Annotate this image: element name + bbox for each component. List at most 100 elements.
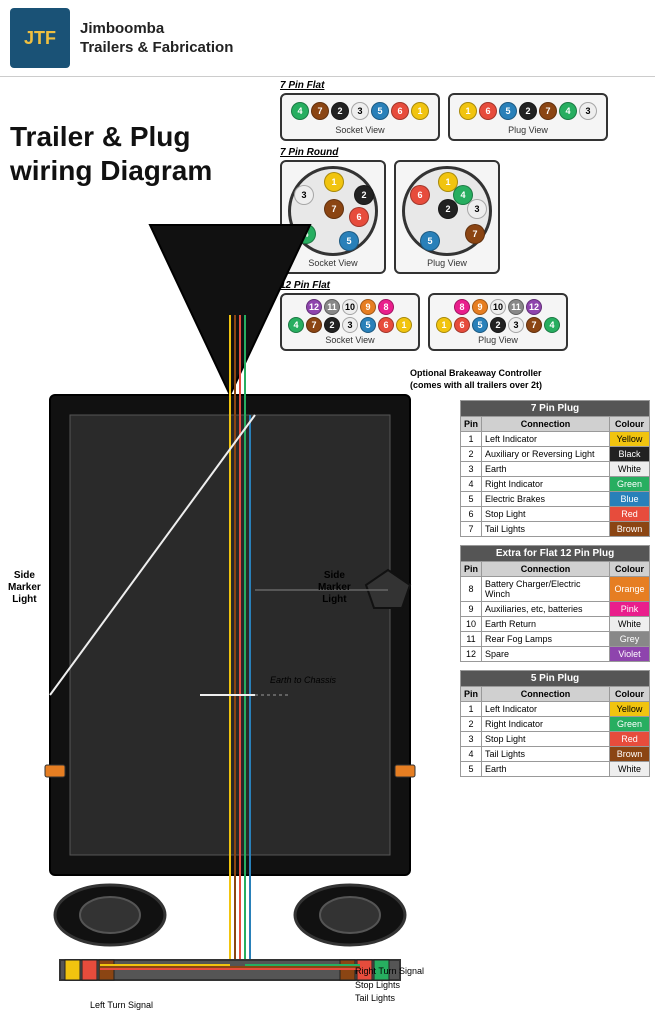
pin-circle: 10 xyxy=(490,299,506,315)
earth-to-chassis-label: Earth to Chassis xyxy=(270,675,336,685)
pin-circle: 12 xyxy=(526,299,542,315)
pin-circle: 5 xyxy=(499,102,517,120)
tables-area: 7 Pin Plug Pin Connection Colour 1Left I… xyxy=(460,400,650,785)
pin-cell: 7 xyxy=(461,522,482,537)
colour-cell: White xyxy=(610,617,650,632)
twelve-pin-table-title: Extra for Flat 12 Pin Plug xyxy=(461,546,650,562)
pin-circle: 4 xyxy=(291,102,309,120)
socket-view-label: Socket View xyxy=(288,125,432,135)
connection-cell: Auxiliaries, etc, batteries xyxy=(482,602,610,617)
seven-pin-flat-row: 4723561 Socket View 1652743 Plug View xyxy=(280,93,640,141)
pin-circle: 4 xyxy=(559,102,577,120)
pin-circle: 6 xyxy=(391,102,409,120)
pin-header-5: Pin xyxy=(461,687,482,702)
colour-cell: Yellow xyxy=(610,702,650,717)
pin-circle: 2 xyxy=(490,317,506,333)
five-pin-table: 5 Pin Plug Pin Connection Colour 1Left I… xyxy=(460,670,650,777)
colour-cell: Red xyxy=(610,732,650,747)
pin-cell: 3 xyxy=(461,732,482,747)
colour-cell: Violet xyxy=(610,647,650,662)
table-row: 12SpareViolet xyxy=(461,647,650,662)
pin-cell: 3 xyxy=(461,462,482,477)
connection-cell: Earth xyxy=(482,762,610,777)
bottom-labels: Right Turn Signal Stop Lights Tail Light… xyxy=(355,965,424,1006)
pin-cell: 9 xyxy=(461,602,482,617)
pin-cell: 1 xyxy=(461,432,482,447)
table-row: 2Right IndicatorGreen xyxy=(461,717,650,732)
connection-cell: Stop Light xyxy=(482,732,610,747)
pin-circle: 1 xyxy=(411,102,429,120)
connection-cell: Tail Lights xyxy=(482,747,610,762)
main-title: Trailer & Plug wiring Diagram xyxy=(10,120,212,187)
connection-header-5: Connection xyxy=(482,687,610,702)
pin-circle: 5 xyxy=(371,102,389,120)
pin-cell: 5 xyxy=(461,762,482,777)
colour-cell: White xyxy=(610,462,650,477)
pin-cell: 11 xyxy=(461,632,482,647)
colour-cell: Yellow xyxy=(610,432,650,447)
table-row: 3Stop LightRed xyxy=(461,732,650,747)
pin-circle: 3 xyxy=(508,317,524,333)
pin-cell: 6 xyxy=(461,507,482,522)
colour-cell: Brown xyxy=(610,522,650,537)
colour-cell: Green xyxy=(610,717,650,732)
plug-view-label: Plug View xyxy=(456,125,600,135)
colour-header: Colour xyxy=(610,417,650,432)
connection-cell: Left Indicator xyxy=(482,702,610,717)
colour-header-5: Colour xyxy=(610,687,650,702)
connection-cell: Earth xyxy=(482,462,610,477)
right-turn-signal-label: Right Turn Signal xyxy=(355,965,424,979)
connection-cell: Auxiliary or Reversing Light xyxy=(482,447,610,462)
table-row: 2Auxiliary or Reversing LightBlack xyxy=(461,447,650,462)
pin-circle: 1 xyxy=(459,102,477,120)
connection-cell: Earth Return xyxy=(482,617,610,632)
company-name: Jimboomba Trailers & Fabrication xyxy=(80,19,233,58)
connection-cell: Spare xyxy=(482,647,610,662)
pin-circle: 6 xyxy=(410,185,430,205)
seven-pin-flat-plug: 1652743 Plug View xyxy=(448,93,608,141)
pin-circle: 3 xyxy=(294,185,314,205)
colour-cell: Green xyxy=(610,477,650,492)
colour-cell: White xyxy=(610,762,650,777)
pin-circle: 4 xyxy=(544,317,560,333)
seven-pin-table: 7 Pin Plug Pin Connection Colour 1Left I… xyxy=(460,400,650,537)
pin-circle: 9 xyxy=(472,299,488,315)
pin-cell: 5 xyxy=(461,492,482,507)
table-row: 3EarthWhite xyxy=(461,462,650,477)
pin-header: Pin xyxy=(461,417,482,432)
table-row: 8Battery Charger/Electric WinchOrange xyxy=(461,577,650,602)
pin-circle: 3 xyxy=(467,199,487,219)
pin-circle: 7 xyxy=(526,317,542,333)
table-row: 5Electric BrakesBlue xyxy=(461,492,650,507)
colour-cell: Black xyxy=(610,447,650,462)
logo: JTF xyxy=(10,8,70,68)
pin-cell: 4 xyxy=(461,747,482,762)
pin-cell: 8 xyxy=(461,577,482,602)
table-row: 9Auxiliaries, etc, batteriesPink xyxy=(461,602,650,617)
pin-circle: 6 xyxy=(479,102,497,120)
table-row: 6Stop LightRed xyxy=(461,507,650,522)
pin-circle: 3 xyxy=(579,102,597,120)
pin-cell: 2 xyxy=(461,717,482,732)
table-row: 1Left IndicatorYellow xyxy=(461,702,650,717)
connection-cell: Rear Fog Lamps xyxy=(482,632,610,647)
table-row: 7Tail LightsBrown xyxy=(461,522,650,537)
seven-pin-flat-socket: 4723561 Socket View xyxy=(280,93,440,141)
connection-cell: Stop Light xyxy=(482,507,610,522)
table-row: 4Right IndicatorGreen xyxy=(461,477,650,492)
pin-circle: 7 xyxy=(311,102,329,120)
pin-circle: 11 xyxy=(508,299,524,315)
five-pin-table-title: 5 Pin Plug xyxy=(461,671,650,687)
connection-cell: Battery Charger/Electric Winch xyxy=(482,577,610,602)
pin-circle: 5 xyxy=(472,317,488,333)
table-row: 1Left IndicatorYellow xyxy=(461,432,650,447)
connection-cell: Right Indicator xyxy=(482,477,610,492)
pin-cell: 12 xyxy=(461,647,482,662)
pin-circle: 7 xyxy=(539,102,557,120)
connection-cell: Electric Brakes xyxy=(482,492,610,507)
left-turn-signal-label: Left Turn Signal xyxy=(90,1000,153,1010)
colour-cell: Blue xyxy=(610,492,650,507)
pin-cell: 10 xyxy=(461,617,482,632)
seven-pin-table-title: 7 Pin Plug xyxy=(461,401,650,417)
pin-cell: 4 xyxy=(461,477,482,492)
